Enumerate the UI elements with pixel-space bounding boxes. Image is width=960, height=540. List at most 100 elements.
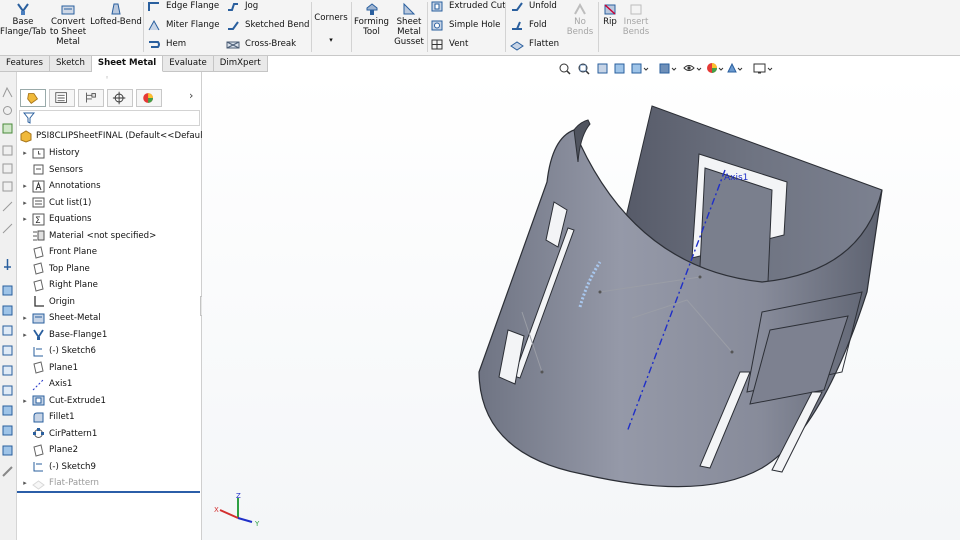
configuration-manager-tab[interactable] [78, 89, 104, 107]
tree-item-flat-pattern[interactable]: ▸ Flat-Pattern [17, 475, 202, 491]
strip-view-icon[interactable] [1, 424, 14, 437]
corners-button[interactable]: Corners ▾ [313, 0, 349, 45]
strip-tool-icon[interactable] [1, 222, 14, 235]
strip-tool-icon[interactable] [1, 200, 14, 213]
strip-view-icon[interactable] [1, 284, 14, 297]
apply-scene-icon[interactable] [727, 62, 743, 73]
tree-item-sheet-metal[interactable]: ▸ Sheet-Metal [17, 310, 202, 326]
lofted-bend-button[interactable]: Lofted-Bend [90, 0, 142, 27]
tree-item-fillet1[interactable]: Fillet1 [17, 409, 202, 425]
cross-break-button[interactable]: Cross-Break [226, 35, 296, 53]
insert-bends-button[interactable]: Insert Bends [621, 0, 651, 37]
tree-item-cirpattern1[interactable]: CirPattern1 [17, 426, 202, 442]
base-flange-tab-button[interactable]: Base Flange/Tab [0, 0, 46, 37]
expand-arrow-icon[interactable]: ▸ [20, 397, 30, 405]
tree-item-sensors[interactable]: Sensors [17, 162, 202, 178]
strip-view-icon[interactable] [1, 384, 14, 397]
expand-arrow-icon[interactable]: ▸ [20, 149, 30, 157]
forming-tool-button[interactable]: Forming Tool [353, 0, 390, 37]
tree-filter[interactable] [19, 110, 200, 126]
strip-view-icon[interactable] [1, 344, 14, 357]
miter-flange-button[interactable]: Miter Flange [147, 16, 220, 34]
insert-bends-icon [630, 4, 642, 15]
vent-button[interactable]: Vent [430, 35, 468, 53]
sheet-metal-gusset-button[interactable]: Sheet Metal Gusset [392, 0, 426, 47]
tree-item-material-not-specified[interactable]: Material <not specified> [17, 228, 202, 244]
graphics-area[interactable]: Axis1 Z Y X [202, 62, 960, 540]
expand-arrow-icon[interactable]: ▸ [20, 182, 30, 190]
tree-item-label: Flat-Pattern [49, 478, 99, 488]
tree-item-front-plane[interactable]: Front Plane [17, 244, 202, 260]
ribbon-separator [351, 2, 352, 52]
strip-tool-icon[interactable] [1, 180, 14, 193]
convert-to-sheet-metal-button[interactable]: Convert to Sheet Metal [48, 0, 88, 47]
tree-item-equations[interactable]: ▸ Σ Equations [17, 211, 202, 227]
tab-evaluate[interactable]: Evaluate [163, 56, 214, 72]
jog-button[interactable]: Jog [226, 0, 258, 15]
strip-tool-icon[interactable] [1, 162, 14, 175]
strip-view-icon[interactable] [1, 364, 14, 377]
gusset-label-2: Metal [397, 27, 421, 37]
tree-item-cut-list-1[interactable]: ▸ Cut list(1) [17, 195, 202, 211]
rip-button[interactable]: Rip [600, 0, 620, 27]
sketched-bend-button[interactable]: Sketched Bend [226, 16, 310, 34]
expand-arrow-icon[interactable]: ▸ [20, 331, 30, 339]
expand-arrow-icon[interactable]: ▸ [20, 479, 30, 487]
chevron-right-icon[interactable]: › [189, 89, 193, 102]
unfold-button[interactable]: Unfold [510, 0, 557, 15]
tree-item-label: Cut list(1) [49, 197, 92, 208]
display-manager-tab[interactable] [136, 89, 162, 107]
panel-grip-icon[interactable]: ◦ [105, 74, 109, 82]
tree-item-axis1[interactable]: Axis1 [17, 376, 202, 392]
tree-item-plane2[interactable]: Plane2 [17, 442, 202, 458]
tree-item-sketch6[interactable]: (-) Sketch6 [17, 343, 202, 359]
tree-item-right-plane[interactable]: Right Plane [17, 277, 202, 293]
expand-arrow-icon[interactable]: ▸ [20, 314, 30, 322]
strip-tool-icon[interactable] [1, 465, 14, 478]
hide-show-items-icon[interactable] [683, 65, 702, 71]
tree-item-history[interactable]: ▸ History [17, 145, 202, 161]
tab-sheet-metal[interactable]: Sheet Metal [91, 56, 164, 72]
triad-z-label: Z [236, 492, 241, 500]
strip-tool-icon[interactable] [1, 144, 14, 157]
strip-tool-icon[interactable] [1, 104, 14, 117]
tree-root-part[interactable]: PSI8CLIPSheetFINAL (Default<<Default>... [17, 128, 221, 144]
tree-item-label: Origin [49, 296, 75, 307]
tree-item-plane1[interactable]: Plane1 [17, 360, 202, 376]
expand-arrow-icon[interactable]: ▸ [20, 215, 30, 223]
tree-item-sketch9[interactable]: (-) Sketch9 [17, 459, 202, 475]
corners-dropdown-icon[interactable]: ▾ [313, 35, 349, 45]
no-bends-button[interactable]: No Bends [563, 0, 597, 37]
strip-view-icon[interactable] [1, 304, 14, 317]
flatten-button[interactable]: Flatten [510, 35, 559, 53]
dimxpert-manager-tab[interactable] [107, 89, 133, 107]
tree-item-top-plane[interactable]: Top Plane [17, 261, 202, 277]
strip-tool-icon[interactable] [1, 86, 14, 99]
tree-item-label: Right Plane [49, 280, 98, 290]
edge-flange-button[interactable]: Edge Flange [147, 0, 219, 15]
tab-sketch[interactable]: Sketch [50, 56, 92, 72]
hem-button[interactable]: Hem [147, 35, 186, 53]
tree-item-base-flange1[interactable]: ▸ Base-Flange1 [17, 327, 202, 343]
fold-button[interactable]: Fold [510, 16, 547, 34]
expand-arrow-icon[interactable]: ▸ [20, 199, 30, 207]
strip-view-icon[interactable] [1, 444, 14, 457]
tab-dimxpert[interactable]: DimXpert [214, 56, 268, 72]
tree-item-annotations[interactable]: ▸ Annotations [17, 178, 202, 194]
tree-item-cut-extrude1[interactable]: ▸ Cut-Extrude1 [17, 393, 202, 409]
strip-tool-icon[interactable] [1, 122, 14, 135]
tree-item-origin[interactable]: Origin [17, 294, 202, 310]
strip-view-icon[interactable] [1, 324, 14, 337]
sensors-icon [33, 164, 44, 175]
tab-features[interactable]: Features [0, 56, 50, 72]
strip-move-icon[interactable] [1, 258, 14, 271]
property-manager-tab[interactable] [49, 89, 75, 107]
corners-label: Corners [314, 13, 348, 23]
feature-manager-tab[interactable] [20, 89, 46, 107]
extruded-cut-button[interactable]: Extruded Cut [430, 0, 506, 15]
sketch-point [540, 370, 544, 374]
simple-hole-button[interactable]: Simple Hole [430, 16, 500, 34]
strip-view-icon[interactable] [1, 404, 14, 417]
rollback-bar[interactable] [17, 491, 200, 493]
simple-hole-icon [431, 20, 443, 30]
